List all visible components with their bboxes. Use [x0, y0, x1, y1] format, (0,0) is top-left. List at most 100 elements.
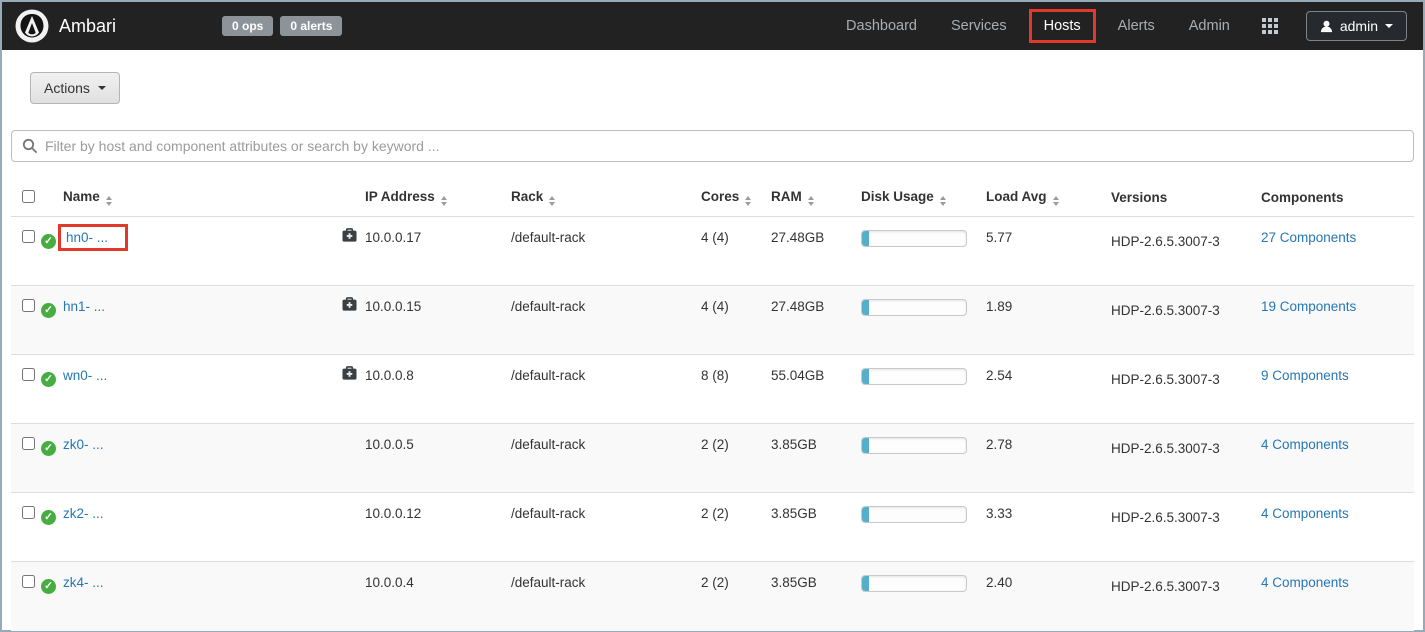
load-avg-value: 2.40 — [986, 575, 1012, 590]
cell-ip-address: 10.0.0.17 — [341, 217, 511, 286]
host-row: ✓wn0- ...10.0.0.8/default-rack8 (8) 55.04… — [11, 355, 1414, 424]
cell-select — [11, 562, 41, 631]
host-name-link[interactable]: hn1- ... — [63, 299, 105, 314]
actions-button[interactable]: Actions — [30, 72, 120, 104]
status-badges: 0 ops 0 alerts — [222, 16, 342, 36]
components-link[interactable]: 27 Components — [1261, 230, 1356, 245]
column-header-rack[interactable]: Rack — [511, 179, 701, 217]
column-header-ip[interactable]: IP Address — [341, 179, 511, 217]
cell-host-name: ✓wn0- ... — [41, 355, 341, 424]
column-header-disk[interactable]: Disk Usage — [861, 179, 986, 217]
components-link[interactable]: 4 Components — [1261, 437, 1349, 452]
sort-icon[interactable] — [940, 196, 946, 206]
nav-item-hosts[interactable]: Hosts — [1029, 9, 1096, 43]
disk-usage-bar — [861, 506, 967, 523]
annotation-box-host-name: hn0- ... — [58, 224, 128, 251]
rack-value: /default-rack — [511, 437, 585, 452]
cell-ip-address: 10.0.0.8 — [341, 355, 511, 424]
host-name-link[interactable]: wn0- ... — [63, 368, 107, 383]
filter-bar — [11, 130, 1414, 162]
cell-host-name: ✓hn1- ... — [41, 286, 341, 355]
cell-components: 19 Components — [1261, 286, 1414, 355]
host-healthy-status-icon: ✓ — [41, 441, 56, 456]
host-healthy-status-icon: ✓ — [41, 579, 56, 594]
top-navbar: Ambari 0 ops 0 alerts Dashboard Services H… — [2, 2, 1423, 50]
brand-title: Ambari — [59, 16, 116, 37]
cell-ram: 27.48GB — [771, 286, 861, 355]
sort-icon[interactable] — [106, 196, 112, 206]
sort-icon[interactable] — [1053, 196, 1059, 206]
row-checkbox[interactable] — [22, 506, 35, 519]
nav-item-alerts[interactable]: Alerts — [1106, 9, 1167, 43]
cores-value: 2 (2) — [701, 506, 729, 521]
column-label: Versions — [1111, 190, 1167, 205]
cores-value: 2 (2) — [701, 437, 729, 452]
nav-item-services[interactable]: Services — [939, 9, 1019, 43]
sort-icon[interactable] — [441, 196, 447, 206]
host-name-link[interactable]: zk4- ... — [63, 575, 104, 590]
row-checkbox[interactable] — [22, 575, 35, 588]
nav-item-dashboard[interactable]: Dashboard — [834, 9, 929, 43]
ip-address-value: 10.0.0.15 — [365, 299, 421, 314]
host-name-link[interactable]: zk2- ... — [63, 506, 104, 521]
cell-rack: /default-rack — [511, 355, 701, 424]
views-grid-icon[interactable] — [1262, 18, 1278, 34]
select-all-checkbox[interactable] — [22, 190, 35, 203]
sort-icon[interactable] — [745, 196, 751, 206]
cell-rack: /default-rack — [511, 286, 701, 355]
cores-value: 8 (8) — [701, 368, 729, 383]
cell-load-avg: 1.89 — [986, 286, 1111, 355]
sort-icon[interactable] — [808, 196, 814, 206]
cell-versions: HDP-2.6.5.3007-3 — [1111, 286, 1261, 355]
column-label: Load Avg — [986, 189, 1047, 204]
cell-versions: HDP-2.6.5.3007-3 — [1111, 217, 1261, 286]
host-name-link[interactable]: zk0- ... — [63, 437, 104, 452]
ops-count-badge[interactable]: 0 ops — [222, 16, 273, 36]
cell-components: 27 Components — [1261, 217, 1414, 286]
cell-cores: 8 (8) — [701, 355, 771, 424]
nav-item-admin[interactable]: Admin — [1177, 9, 1242, 43]
column-header-cores[interactable]: Cores — [701, 179, 771, 217]
column-header-ram[interactable]: RAM — [771, 179, 861, 217]
disk-usage-bar — [861, 575, 967, 592]
row-checkbox[interactable] — [22, 230, 35, 243]
disk-usage-fill — [862, 507, 869, 522]
cell-rack: /default-rack — [511, 493, 701, 562]
cell-ip-address: 10.0.0.12 — [341, 493, 511, 562]
cell-cores: 4 (4) — [701, 286, 771, 355]
filter-search-input[interactable] — [11, 130, 1414, 162]
column-header-name[interactable]: Name — [41, 179, 341, 217]
cell-rack: /default-rack — [511, 424, 701, 493]
ip-address-value: 10.0.0.4 — [365, 575, 414, 590]
user-menu-button[interactable]: admin — [1306, 11, 1407, 41]
column-label: Name — [63, 189, 100, 204]
cell-host-name: ✓hn0- ... — [41, 217, 341, 286]
row-checkbox[interactable] — [22, 437, 35, 450]
cell-components: 4 Components — [1261, 562, 1414, 631]
rack-value: /default-rack — [511, 299, 585, 314]
cell-ram: 3.85GB — [771, 493, 861, 562]
host-row: ✓hn1- ... 10.0.0.15/default-rack 4 (4)27.4… — [11, 286, 1414, 355]
main-nav: Dashboard Services Hosts Alerts Admin — [834, 9, 1242, 43]
cell-ip-address: 10.0.0.4 — [341, 562, 511, 631]
user-icon — [1320, 20, 1333, 33]
alerts-count-badge[interactable]: 0 alerts — [280, 16, 342, 36]
column-label: Components — [1261, 190, 1344, 205]
components-link[interactable]: 4 Components — [1261, 575, 1349, 590]
components-link[interactable]: 9 Components — [1261, 368, 1349, 383]
ram-value: 3.85GB — [771, 575, 817, 590]
components-link[interactable]: 4 Components — [1261, 506, 1349, 521]
components-link[interactable]: 19 Components — [1261, 299, 1356, 314]
sort-icon[interactable] — [549, 196, 555, 206]
cell-rack: /default-rack — [511, 562, 701, 631]
cell-ram: 55.04GB — [771, 355, 861, 424]
row-checkbox[interactable] — [22, 299, 35, 312]
host-name-link[interactable]: hn0- ... — [66, 230, 108, 245]
column-header-load[interactable]: Load Avg — [986, 179, 1111, 217]
actions-button-label: Actions — [44, 80, 90, 96]
row-checkbox[interactable] — [22, 368, 35, 381]
cores-value: 2 (2) — [701, 575, 729, 590]
ram-value: 3.85GB — [771, 506, 817, 521]
host-row: ✓hn0- ...10.0.0.17/default-rack4 (4)27.4… — [11, 217, 1414, 286]
cell-cores: 4 (4) — [701, 217, 771, 286]
